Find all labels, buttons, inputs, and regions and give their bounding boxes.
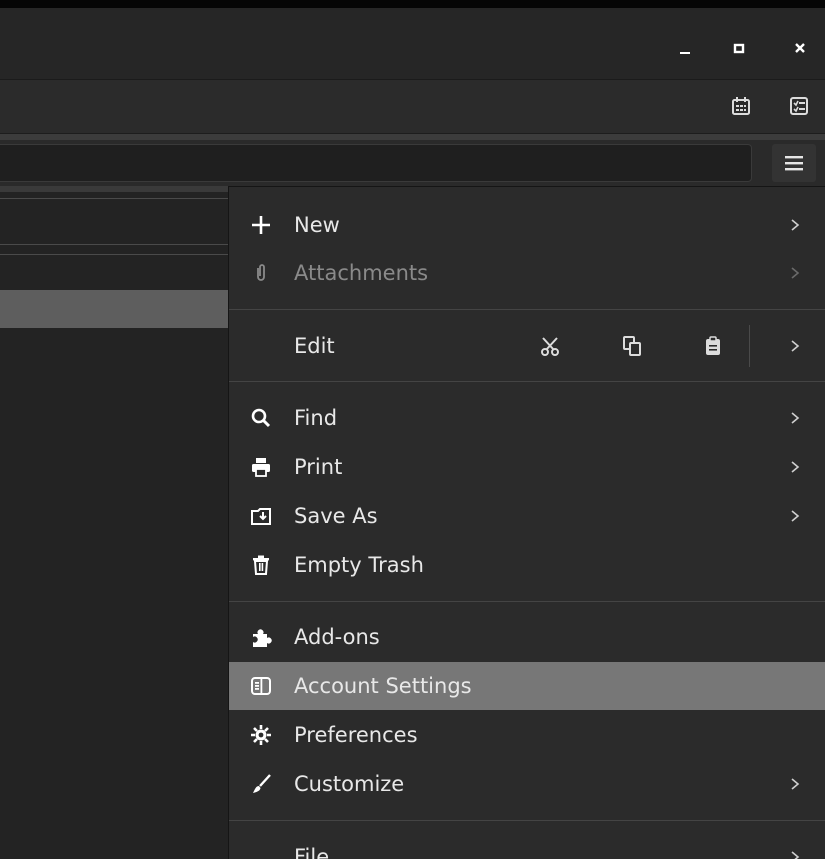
pane-header <box>0 186 228 192</box>
menu-item-label: File <box>294 845 330 859</box>
close-icon[interactable] <box>786 34 814 62</box>
menu-item-label: Account Settings <box>294 674 472 698</box>
calendar-icon[interactable] <box>726 92 756 120</box>
maximize-icon[interactable] <box>725 34 753 62</box>
chevron-right-icon <box>785 506 805 526</box>
tasks-icon[interactable] <box>784 92 814 120</box>
menu-item-edit: Edit <box>229 311 825 381</box>
pane-divider <box>0 244 228 245</box>
cut-icon[interactable] <box>535 331 565 361</box>
chevron-right-icon <box>785 847 805 859</box>
copy-icon[interactable] <box>617 331 647 361</box>
trash-icon <box>249 553 273 577</box>
gear-icon <box>249 723 273 747</box>
menu-item-print[interactable]: Print <box>229 443 825 491</box>
chevron-right-icon <box>785 774 805 794</box>
plus-icon <box>249 213 273 237</box>
menu-item-add-ons[interactable]: Add-ons <box>229 613 825 661</box>
menu-item-empty-trash[interactable]: Empty Trash <box>229 541 825 589</box>
menu-item-label: Save As <box>294 504 378 528</box>
save-as-icon <box>249 504 273 528</box>
list-item[interactable] <box>0 290 228 328</box>
menu-item-account-settings[interactable]: Account Settings <box>229 662 825 710</box>
app-menu-panel: New Attachments Edit Find Print Save As … <box>228 186 825 859</box>
menu-separator <box>229 820 825 821</box>
chevron-right-icon <box>785 263 805 283</box>
paperclip-icon <box>249 261 273 285</box>
folder-pane <box>0 186 228 859</box>
menu-item-label: New <box>294 213 340 237</box>
printer-icon <box>249 455 273 479</box>
pane-divider <box>0 254 228 255</box>
menu-separator <box>229 601 825 602</box>
menu-separator <box>229 381 825 382</box>
menu-item-find[interactable]: Find <box>229 394 825 442</box>
brush-icon <box>249 772 273 796</box>
chevron-right-icon <box>785 215 805 235</box>
menu-item-label: Preferences <box>294 723 418 747</box>
search-input[interactable] <box>0 144 752 182</box>
menu-item-label: Empty Trash <box>294 553 424 577</box>
puzzle-icon <box>249 625 273 649</box>
paste-icon[interactable] <box>698 331 728 361</box>
menu-item-label: Customize <box>294 772 405 796</box>
hamburger-menu-icon[interactable] <box>772 144 816 182</box>
menu-item-label: Print <box>294 455 343 479</box>
window-top-border <box>0 0 825 8</box>
toolbar <box>0 80 825 134</box>
edit-divider <box>749 325 750 367</box>
menu-item-label: Edit <box>294 334 335 358</box>
menu-item-label: Find <box>294 406 338 430</box>
menu-item-customize[interactable]: Customize <box>229 760 825 808</box>
menu-item-attachments[interactable]: Attachments <box>229 249 825 297</box>
chevron-right-icon <box>785 408 805 428</box>
menu-item-label: Attachments <box>294 261 429 285</box>
title-bar <box>0 8 825 80</box>
menu-item-new[interactable]: New <box>229 201 825 249</box>
minimize-icon[interactable] <box>671 34 699 62</box>
chevron-right-icon <box>785 457 805 477</box>
menu-item-preferences[interactable]: Preferences <box>229 711 825 759</box>
pane-divider <box>0 198 228 199</box>
search-icon <box>249 406 273 430</box>
chevron-right-icon[interactable] <box>785 336 805 356</box>
menu-separator <box>229 309 825 310</box>
search-bar-row <box>0 140 825 186</box>
menu-item-label: Add-ons <box>294 625 380 649</box>
account-settings-icon <box>249 674 273 698</box>
menu-item-file[interactable]: File <box>229 833 825 859</box>
menu-item-save-as[interactable]: Save As <box>229 492 825 540</box>
